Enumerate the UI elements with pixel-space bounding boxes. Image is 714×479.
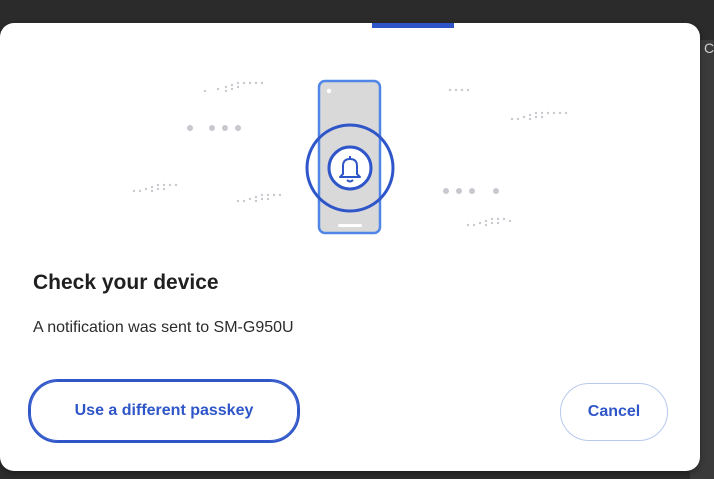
background-edge-glyph: C	[704, 40, 714, 56]
device-illustration	[132, 79, 568, 235]
passkey-dialog: Check your device A notification was sen…	[0, 23, 700, 471]
dialog-title: Check your device	[33, 271, 219, 294]
dialog-message: A notification was sent to SM-G950U	[33, 319, 294, 336]
cancel-button[interactable]: Cancel	[560, 383, 668, 441]
use-different-passkey-button[interactable]: Use a different passkey	[28, 379, 300, 443]
